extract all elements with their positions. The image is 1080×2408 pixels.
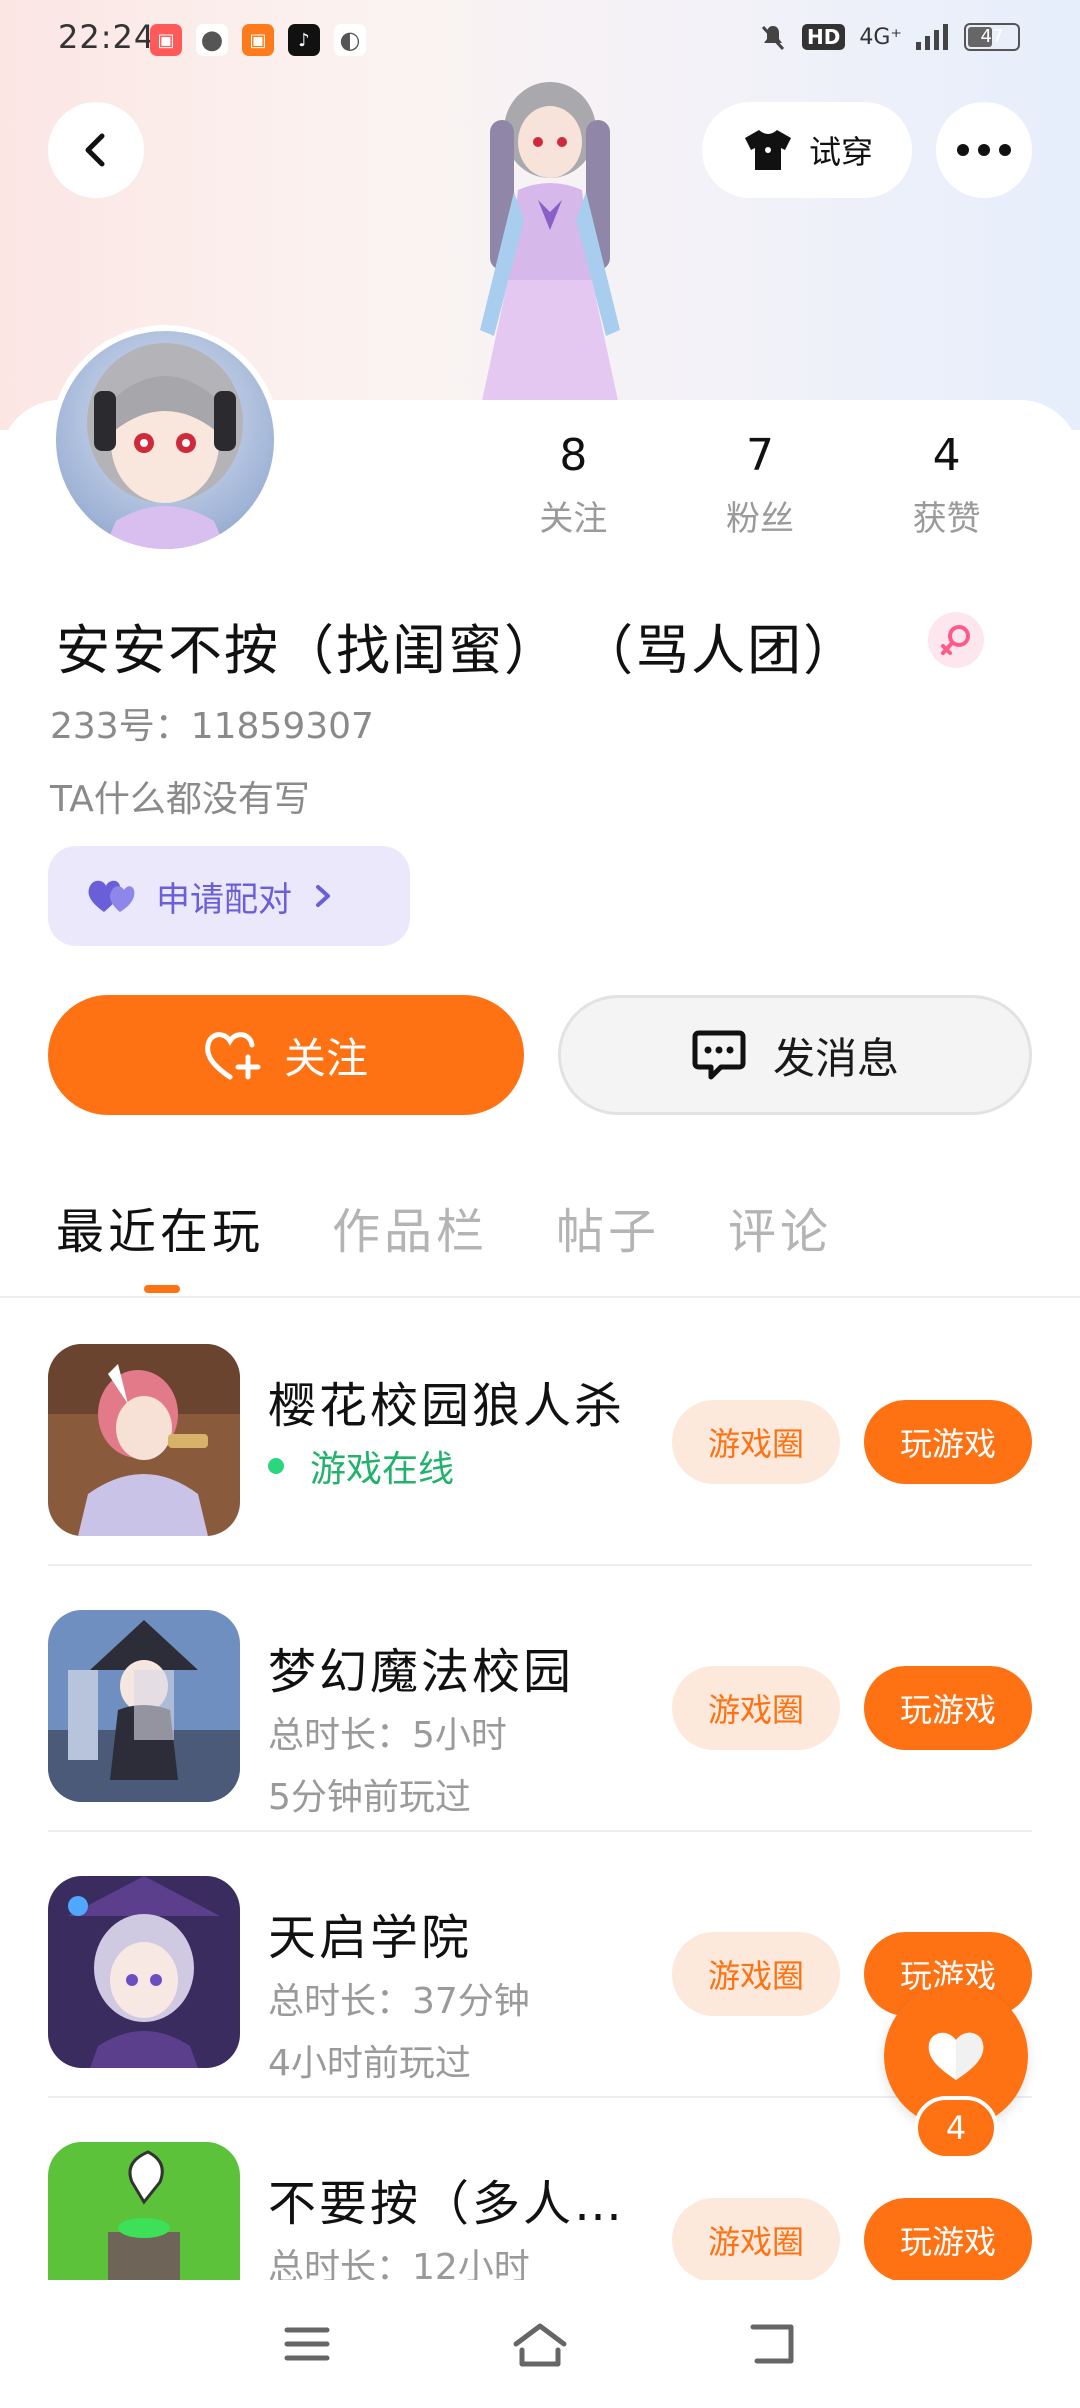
pair-label: 申请配对 — [156, 879, 292, 920]
stat-value: 4 — [932, 430, 961, 481]
game-thumbnail-image — [48, 1876, 240, 2068]
battery-level: 47 — [980, 26, 1004, 47]
mute-icon — [761, 25, 785, 51]
game-thumbnail[interactable] — [48, 1610, 240, 1802]
stat-label: 粉丝 — [726, 499, 794, 539]
home-button[interactable] — [508, 2312, 572, 2376]
stat-likes[interactable]: 4 获赞 — [853, 430, 1040, 560]
tshirt-icon — [744, 130, 791, 170]
try-on-button[interactable]: 试穿 — [702, 102, 912, 198]
chevron-right-icon — [316, 885, 330, 907]
avatar-portrait — [87, 343, 243, 549]
wechat-icon: ● — [196, 24, 228, 56]
game-thumbnail-image — [48, 1610, 240, 1802]
message-label: 发消息 — [772, 1033, 899, 1083]
app-notification-icon: ◐ — [334, 24, 366, 56]
game-thumbnail[interactable] — [48, 2142, 240, 2280]
play-game-button[interactable]: 玩游戏 — [864, 1666, 1032, 1750]
back-arrow-icon — [750, 2324, 794, 2364]
play-game-button[interactable]: 玩游戏 — [864, 2198, 1032, 2280]
avatar-character-illustration — [480, 82, 620, 410]
app-notification-icon: ▣ — [242, 24, 274, 56]
game-last-played: 5分钟前玩过 — [268, 1777, 471, 1818]
play-game-button[interactable]: 玩游戏 — [864, 1400, 1032, 1484]
heart-plus-icon — [205, 1032, 261, 1080]
status-notification-icons: ▣ ● ▣ ♪ ◐ — [150, 24, 366, 56]
game-total-playtime: 总时长：37分钟 — [268, 1981, 530, 2022]
status-time: 22:24 — [58, 18, 156, 56]
status-bar: 22:24 ▣ ● ▣ ♪ ◐ HD 4G⁺ 47 — [0, 0, 1080, 80]
like-count-badge: 4 — [914, 2096, 998, 2160]
game-circle-button[interactable]: 游戏圈 — [672, 2198, 840, 2280]
chat-bubble-icon — [692, 1030, 746, 1080]
request-pair-button[interactable]: 申请配对 — [48, 846, 410, 946]
double-heart-icon — [88, 880, 135, 912]
heart-icon — [928, 2032, 984, 2080]
game-thumbnail[interactable] — [48, 1344, 240, 1536]
status-system-icons: HD 4G⁺ 47 — [758, 22, 1020, 52]
stat-following[interactable]: 8 关注 — [480, 430, 667, 560]
game-total-playtime: 总时长：12小时 — [268, 2247, 530, 2280]
game-title: 樱花校园狼人杀 — [268, 1378, 626, 1434]
game-thumbnail-image — [48, 2142, 240, 2280]
tiktok-icon: ♪ — [288, 24, 320, 56]
stat-followers[interactable]: 7 粉丝 — [667, 430, 854, 560]
recent-apps-button[interactable] — [275, 2312, 339, 2376]
stat-label: 获赞 — [912, 499, 981, 539]
stat-value: 7 — [746, 430, 774, 481]
list-item[interactable]: 樱花校园狼人杀 游戏在线 游戏圈 玩游戏 — [48, 1300, 1032, 1566]
back-nav-button[interactable] — [741, 2312, 805, 2376]
active-tab-indicator — [144, 1285, 180, 1293]
battery-icon: 47 — [964, 23, 1020, 51]
tab-posts[interactable]: 帖子 — [556, 1192, 660, 1262]
female-gender-icon — [928, 612, 984, 668]
game-total-playtime: 总时长：5小时 — [268, 1715, 507, 1756]
username: 安安不按（找闺蜜） （骂人团） — [56, 619, 860, 682]
send-message-button[interactable]: 发消息 — [558, 995, 1032, 1115]
stat-label: 关注 — [539, 499, 608, 539]
game-title: 不要按（多人… — [268, 2176, 626, 2232]
follow-button[interactable]: 关注 — [48, 995, 524, 1115]
hd-badge: HD — [801, 24, 846, 50]
game-circle-button[interactable]: 游戏圈 — [672, 1666, 840, 1750]
app-notification-icon: ▣ — [150, 24, 182, 56]
game-thumbnail[interactable] — [48, 1876, 240, 2068]
list-item[interactable]: 不要按（多人… 总时长：12小时 游戏圈 玩游戏 — [48, 2098, 1032, 2280]
profile-stats: 8 关注 7 粉丝 4 获赞 — [480, 430, 1040, 560]
profile-tabs: 最近在玩 作品栏 帖子 评论 — [56, 1192, 832, 1262]
game-title: 梦幻魔法校园 — [268, 1644, 575, 1700]
user-bio: TA什么都没有写 — [50, 779, 310, 820]
menu-icon — [284, 2327, 330, 2361]
more-options-button[interactable] — [936, 102, 1032, 198]
game-circle-button[interactable]: 游戏圈 — [672, 1932, 840, 2016]
more-dots-icon — [957, 144, 1011, 156]
game-thumbnail-image — [48, 1344, 240, 1536]
tab-comments[interactable]: 评论 — [728, 1192, 832, 1262]
home-icon — [513, 2323, 567, 2367]
chevron-left-icon — [85, 133, 105, 167]
signal-icon — [916, 24, 948, 50]
list-item[interactable]: 梦幻魔法校园 总时长：5小时 5分钟前玩过 游戏圈 玩游戏 — [48, 1566, 1032, 1832]
female-symbol — [941, 625, 970, 655]
game-last-played: 4小时前玩过 — [268, 2043, 471, 2084]
tab-recently-played[interactable]: 最近在玩 — [56, 1192, 264, 1262]
game-online-status: 游戏在线 — [268, 1440, 454, 1492]
divider — [0, 1296, 1080, 1298]
try-on-label: 试穿 — [808, 133, 873, 171]
game-title: 天启学院 — [268, 1910, 473, 1966]
avatar[interactable] — [50, 325, 280, 555]
user-id: 233号：11859307 — [50, 706, 374, 747]
system-navigation-bar — [0, 2280, 1080, 2408]
stat-value: 8 — [559, 430, 588, 481]
network-label: 4G⁺ — [859, 24, 902, 50]
online-dot-icon — [268, 1458, 284, 1474]
tab-works[interactable]: 作品栏 — [332, 1192, 488, 1262]
follow-label: 关注 — [283, 1033, 368, 1083]
online-status-label: 游戏在线 — [310, 1449, 455, 1490]
back-button[interactable] — [48, 102, 144, 198]
game-circle-button[interactable]: 游戏圈 — [672, 1400, 840, 1484]
